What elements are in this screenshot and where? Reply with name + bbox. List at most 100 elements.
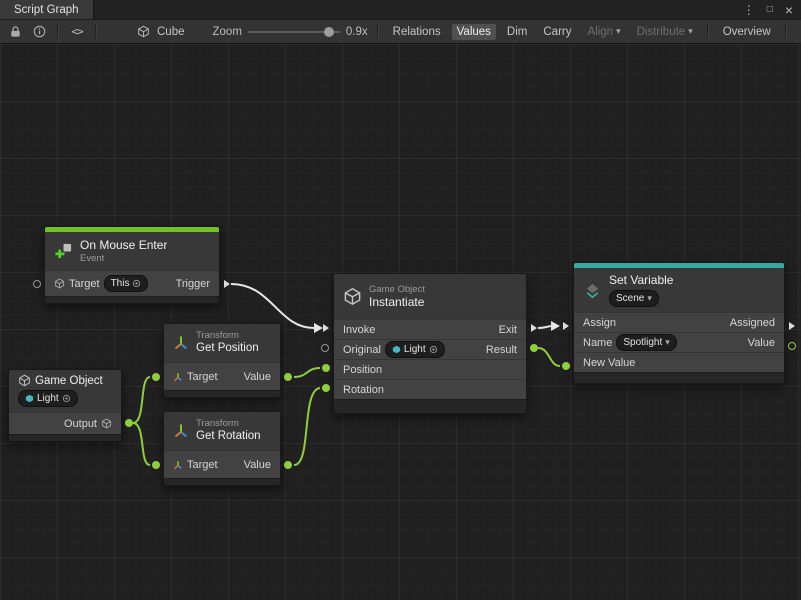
- values-button[interactable]: Values: [452, 24, 496, 40]
- port-label-value: Value: [748, 337, 775, 349]
- node-footer: [574, 372, 784, 383]
- node-get-position[interactable]: Transform Get Position Target Value: [163, 323, 281, 398]
- transform-type-icon: [173, 460, 183, 470]
- transform-type-icon: [173, 372, 183, 382]
- port-row: Original Light Result: [334, 339, 526, 359]
- port-label-result: Result: [486, 344, 517, 356]
- port-rotation-input[interactable]: [322, 384, 330, 392]
- node-title: On Mouse Enter: [80, 238, 167, 252]
- variable-name-dropdown[interactable]: Spotlight ▾: [616, 334, 676, 351]
- full-screen-button[interactable]: Full Screen: [796, 24, 801, 40]
- port-invoke-input[interactable]: [323, 324, 329, 332]
- port-original-input[interactable]: [321, 344, 329, 352]
- port-label-target: Target: [187, 459, 218, 471]
- zoom-slider[interactable]: [248, 25, 340, 39]
- zoom-slider-handle[interactable]: [324, 27, 334, 37]
- maximize-icon[interactable]: □: [767, 5, 773, 15]
- light-object-chip[interactable]: Light: [385, 341, 445, 358]
- port-row: Name Spotlight ▾ Value: [574, 332, 784, 352]
- game-object-type-icon: [101, 418, 112, 429]
- window-controls: ⋮ □ ×: [743, 0, 801, 19]
- port-label-new-value: New Value: [583, 357, 635, 369]
- wire-flow-exit-assign: [538, 326, 552, 328]
- node-category: Transform: [196, 330, 259, 341]
- port-label-invoke: Invoke: [343, 324, 375, 336]
- port-row: Target This Trigger: [45, 270, 219, 296]
- window-tab-bar: Script Graph ⋮ □ ×: [0, 0, 801, 20]
- wire-arrowhead: [314, 323, 323, 333]
- graph-canvas[interactable]: On Mouse Enter Event Target This: [0, 44, 801, 600]
- node-footer: [334, 399, 526, 413]
- dim-button[interactable]: Dim: [502, 24, 532, 40]
- node-on-mouse-enter[interactable]: On Mouse Enter Event Target This: [44, 226, 220, 304]
- wire-arrowhead: [551, 321, 560, 331]
- node-header: Game Object Light: [9, 370, 121, 412]
- node-game-object-literal[interactable]: Game Object Light Output: [8, 369, 122, 442]
- lock-icon[interactable]: [6, 23, 24, 41]
- port-position-input[interactable]: [322, 364, 330, 372]
- carry-button[interactable]: Carry: [538, 24, 576, 40]
- port-label-position: Position: [343, 364, 382, 376]
- port-label-target: Target: [187, 371, 218, 383]
- toolbar-separator: [95, 24, 97, 39]
- port-label-rotation: Rotation: [343, 384, 384, 396]
- node-header: Transform Get Position: [164, 324, 280, 362]
- port-result-output[interactable]: [530, 344, 538, 352]
- port-label-target: Target: [69, 278, 100, 290]
- port-label-output: Output: [64, 418, 97, 430]
- port-row: Invoke Exit: [334, 319, 526, 339]
- set-variable-icon: [583, 281, 602, 300]
- port-value-output[interactable]: [284, 461, 292, 469]
- overview-button[interactable]: Overview: [718, 24, 776, 40]
- graph-breadcrumb[interactable]: Cube: [134, 23, 185, 41]
- port-new-value-input[interactable]: [562, 362, 570, 370]
- node-instantiate[interactable]: Game Object Instantiate Invoke Exit Orig…: [333, 273, 527, 414]
- distribute-button[interactable]: Distribute ▾: [632, 24, 698, 40]
- port-value-output[interactable]: [788, 342, 796, 350]
- tab-script-graph[interactable]: Script Graph: [0, 0, 94, 19]
- node-set-variable[interactable]: Set Variable Scene ▾ Assign Assigned Nam…: [573, 262, 785, 384]
- port-row: New Value: [574, 352, 784, 372]
- port-target-input[interactable]: [152, 373, 160, 381]
- close-icon[interactable]: ×: [785, 3, 793, 17]
- wire-data-value-position: [294, 368, 320, 377]
- port-output[interactable]: [125, 419, 133, 427]
- port-value-output[interactable]: [284, 373, 292, 381]
- game-object-cube-icon: [392, 345, 401, 354]
- node-footer: [45, 296, 219, 303]
- graph-toolbar: <> Cube Zoom 0.9x Relations Values Dim C…: [0, 20, 801, 44]
- node-title: Instantiate: [369, 295, 425, 309]
- align-button[interactable]: Align ▾: [583, 24, 626, 40]
- port-row: Target Value: [164, 450, 280, 478]
- node-title: Set Variable: [609, 273, 673, 287]
- node-header: On Mouse Enter Event: [45, 232, 219, 270]
- zoom-label: Zoom: [213, 26, 242, 38]
- light-object-chip[interactable]: Light: [18, 390, 78, 407]
- wire-data-value-rotation: [294, 388, 320, 465]
- relations-button[interactable]: Relations: [388, 24, 446, 40]
- info-icon[interactable]: [30, 23, 48, 41]
- toolbar-separator: [377, 24, 379, 39]
- object-picker-icon[interactable]: [132, 279, 141, 288]
- game-object-icon: [343, 287, 362, 306]
- game-object-type-icon: [54, 278, 65, 289]
- port-target-input[interactable]: [152, 461, 160, 469]
- code-icon[interactable]: <>: [68, 23, 86, 41]
- port-assign-input[interactable]: [563, 322, 569, 330]
- port-target-input[interactable]: [33, 280, 41, 288]
- scope-dropdown[interactable]: Scene ▾: [609, 290, 659, 307]
- node-title: Get Position: [196, 342, 259, 356]
- object-picker-icon[interactable]: [429, 345, 438, 354]
- object-picker-icon[interactable]: [62, 394, 71, 403]
- chevron-down-icon: ▾: [616, 27, 621, 36]
- zoom-value: 0.9x: [346, 26, 368, 38]
- port-exit-output[interactable]: [531, 324, 537, 332]
- window-menu-icon[interactable]: ⋮: [743, 4, 755, 16]
- node-footer: [164, 390, 280, 397]
- node-category: Game Object: [369, 284, 425, 295]
- node-get-rotation[interactable]: Transform Get Rotation Target Value: [163, 411, 281, 486]
- port-assigned-output[interactable]: [789, 322, 795, 330]
- toolbar-separator: [785, 24, 787, 39]
- port-trigger-output[interactable]: [224, 280, 230, 288]
- this-value-chip[interactable]: This: [104, 275, 149, 292]
